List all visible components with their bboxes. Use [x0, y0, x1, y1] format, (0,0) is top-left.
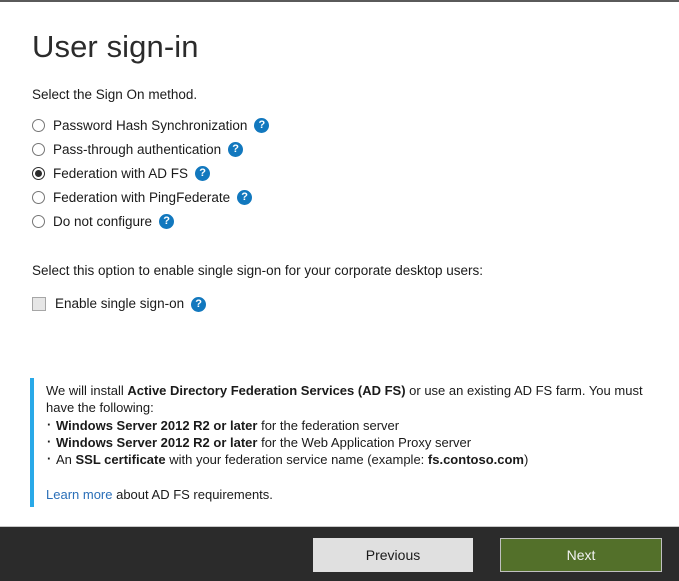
learn-more-tail: about AD FS requirements. — [112, 487, 272, 502]
bullet-bold: SSL certificate — [76, 452, 166, 467]
next-button[interactable]: Next — [500, 538, 662, 572]
radio-label: Federation with AD FS — [53, 167, 188, 181]
radio-option-federation-adfs[interactable]: Federation with AD FS ? — [32, 162, 649, 186]
bullet-tail: with your federation service name (examp… — [166, 452, 428, 467]
learn-more-row: Learn more about AD FS requirements. — [46, 486, 652, 503]
bullet-bold-domain: fs.contoso.com — [428, 452, 524, 467]
help-icon[interactable]: ? — [254, 118, 269, 133]
info-para-lead: We will install — [46, 383, 127, 398]
help-icon[interactable]: ? — [159, 214, 174, 229]
radio-icon-selected[interactable] — [32, 167, 45, 180]
info-paragraph: We will install Active Directory Federat… — [46, 382, 652, 416]
intro-text: Select the Sign On method. — [32, 86, 649, 104]
learn-more-link[interactable]: Learn more — [46, 487, 112, 502]
signon-method-radio-group: Password Hash Synchronization ? Pass-thr… — [32, 114, 649, 234]
radio-label: Do not configure — [53, 215, 152, 229]
help-icon[interactable]: ? — [191, 297, 206, 312]
single-sign-on-section: Select this option to enable single sign… — [30, 262, 649, 317]
bullet-bold: Windows Server 2012 R2 or later — [56, 435, 257, 450]
bullet-tail: for the Web Application Proxy server — [257, 435, 471, 450]
bullet-tail: for the federation server — [257, 418, 399, 433]
radio-option-pass-through-auth[interactable]: Pass-through authentication ? — [32, 138, 649, 162]
sso-prompt: Select this option to enable single sign… — [32, 262, 649, 280]
radio-icon[interactable] — [32, 119, 45, 132]
info-box: We will install Active Directory Federat… — [30, 378, 652, 507]
radio-icon[interactable] — [32, 215, 45, 228]
radio-icon[interactable] — [32, 143, 45, 156]
wizard-window: User sign-in Select the Sign On method. … — [0, 0, 679, 581]
list-item: An SSL certificate with your federation … — [46, 451, 652, 468]
checkbox-label: Enable single sign-on — [55, 297, 184, 311]
radio-option-do-not-configure[interactable]: Do not configure ? — [32, 210, 649, 234]
radio-option-federation-pingfederate[interactable]: Federation with PingFederate ? — [32, 186, 649, 210]
radio-label: Pass-through authentication — [53, 143, 221, 157]
info-requirements-list: Windows Server 2012 R2 or later for the … — [46, 417, 652, 468]
bullet-lead: An — [56, 452, 76, 467]
previous-button[interactable]: Previous — [313, 538, 473, 572]
info-para-bold: Active Directory Federation Services (AD… — [127, 383, 405, 398]
bullet-bold: Windows Server 2012 R2 or later — [56, 418, 257, 433]
radio-icon[interactable] — [32, 191, 45, 204]
footer-bar: Previous Next — [0, 526, 679, 581]
list-item: Windows Server 2012 R2 or later for the … — [46, 434, 652, 451]
checkbox-enable-single-sign-on[interactable]: Enable single sign-on ? — [32, 292, 649, 316]
help-icon[interactable]: ? — [228, 142, 243, 157]
help-icon[interactable]: ? — [237, 190, 252, 205]
help-icon[interactable]: ? — [195, 166, 210, 181]
checkbox-icon[interactable] — [32, 297, 46, 311]
bullet-tail-close: ) — [524, 452, 528, 467]
list-item: Windows Server 2012 R2 or later for the … — [46, 417, 652, 434]
radio-option-password-hash-sync[interactable]: Password Hash Synchronization ? — [32, 114, 649, 138]
radio-label: Federation with PingFederate — [53, 191, 230, 205]
page-title: User sign-in — [32, 30, 649, 64]
radio-label: Password Hash Synchronization — [53, 119, 247, 133]
